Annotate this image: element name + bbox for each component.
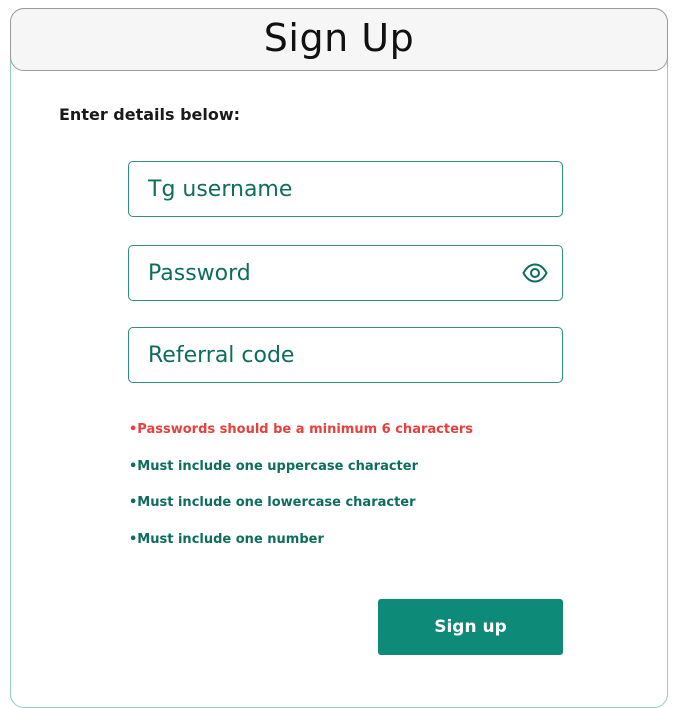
card-header: Sign Up: [10, 8, 668, 71]
form-subtitle: Enter details below:: [59, 105, 241, 124]
rule-min-length: •Passwords should be a minimum 6 charact…: [129, 422, 474, 437]
referral-input[interactable]: [129, 328, 562, 382]
rule-number: •Must include one number: [129, 531, 324, 547]
username-input[interactable]: [129, 162, 562, 216]
signup-button[interactable]: Sign up: [378, 599, 563, 655]
eye-icon[interactable]: [522, 263, 548, 283]
referral-field: [128, 327, 563, 383]
username-field: [128, 161, 563, 217]
password-field: [128, 245, 563, 301]
password-rules: •Passwords should be a minimum 6 charact…: [129, 421, 473, 567]
rule-lowercase: •Must include one lowercase character: [129, 495, 416, 510]
page-title: Sign Up: [263, 15, 415, 60]
password-input[interactable]: [129, 246, 562, 300]
rule-uppercase: •Must include one uppercase character: [129, 458, 419, 474]
